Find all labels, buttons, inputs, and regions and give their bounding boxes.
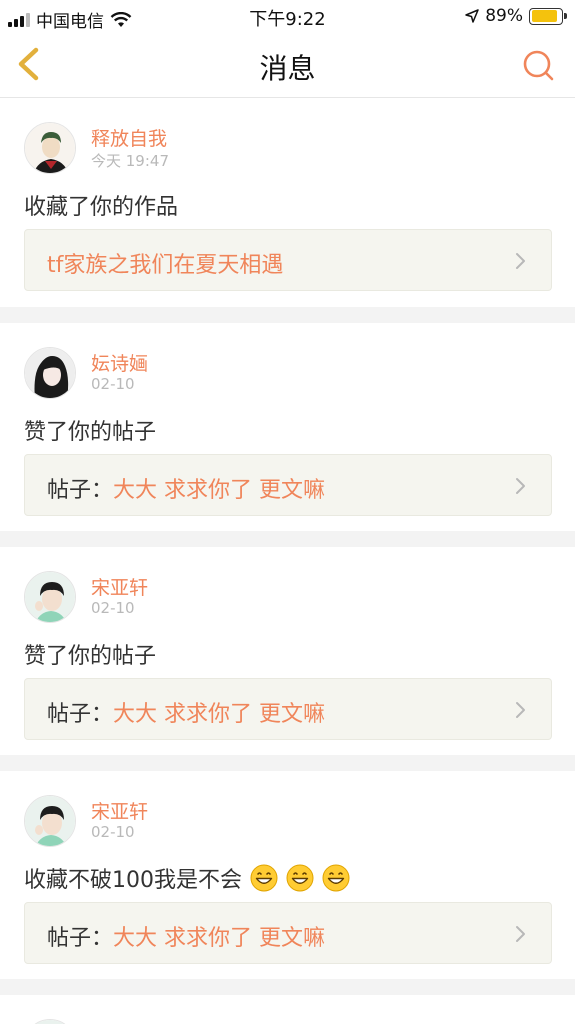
- location-arrow-icon: [465, 9, 479, 23]
- page-title: 消息: [259, 52, 316, 85]
- avatar-illustration: [25, 348, 75, 398]
- reference-link[interactable]: 帖子：大大 求求你了 更文嘛: [24, 902, 552, 964]
- grinning-face-icon: [286, 864, 314, 892]
- avatar-illustration: [25, 572, 75, 622]
- grinning-face-icon: [322, 864, 350, 892]
- reference-link[interactable]: tf家族之我们在夏天相遇: [24, 229, 552, 291]
- message-time: 今天 19:47: [91, 152, 169, 170]
- message-action: 收藏了你的作品: [24, 189, 178, 221]
- reference-text: tf家族之我们在夏天相遇: [47, 247, 283, 279]
- reference-title: 大大 求求你了 更文嘛: [113, 926, 326, 951]
- user-name[interactable]: 妘诗婳: [91, 349, 148, 376]
- nav-bar: 消息: [0, 32, 575, 98]
- reference-link[interactable]: 帖子：大大 求求你了 更文嘛: [24, 678, 552, 740]
- message-action: 收藏不破100我是不会: [24, 862, 350, 894]
- avatar[interactable]: [24, 347, 76, 399]
- reference-title: 大大 求求你了 更文嘛: [113, 702, 326, 727]
- avatar-illustration: [25, 123, 75, 173]
- avatar[interactable]: [24, 795, 76, 847]
- battery-icon: [529, 7, 567, 25]
- message-card: 宋亚轩 02-10 收藏不破100我是不会 帖子：大大 求求你了 更文嘛: [0, 771, 575, 979]
- avatar[interactable]: [24, 1019, 76, 1024]
- chevron-right-icon: [516, 702, 525, 718]
- avatar[interactable]: [24, 571, 76, 623]
- user-name[interactable]: 宋亚轩: [91, 573, 148, 600]
- reference-text: 帖子：大大 求求你了 更文嘛: [47, 696, 325, 728]
- chevron-right-icon: [516, 478, 525, 494]
- search-icon[interactable]: [519, 46, 557, 84]
- message-time: 02-10: [91, 599, 135, 617]
- reference-text: 帖子：大大 求求你了 更文嘛: [47, 472, 325, 504]
- avatar[interactable]: [24, 122, 76, 174]
- reference-link[interactable]: 帖子：大大 求求你了 更文嘛: [24, 454, 552, 516]
- grinning-face-icon: [250, 864, 278, 892]
- status-right: 89%: [465, 6, 567, 26]
- avatar-illustration: [25, 1020, 75, 1024]
- message-action: 赞了你的帖子: [24, 414, 156, 446]
- action-text: 赞了你的帖子: [24, 420, 157, 445]
- message-card: 宋亚轩 02-10 赞了你的帖子 帖子：大大 求求你了 更文嘛: [0, 547, 575, 755]
- reference-prefix: 帖子：: [47, 702, 114, 727]
- action-text: 收藏不破100我是不会: [24, 868, 242, 893]
- reference-prefix: 帖子：: [47, 478, 114, 503]
- reference-prefix: 帖子：: [47, 926, 114, 951]
- message-card: 妘诗婳 02-10 赞了你的帖子 帖子：大大 求求你了 更文嘛: [0, 323, 575, 531]
- reference-text: 帖子：大大 求求你了 更文嘛: [47, 920, 325, 952]
- action-text: 收藏了你的作品: [24, 195, 179, 220]
- action-text: 赞了你的帖子: [24, 644, 157, 669]
- battery-percent: 89%: [485, 6, 523, 26]
- battery-fill: [531, 10, 558, 22]
- message-time: 02-10: [91, 375, 135, 393]
- reference-title: tf家族之我们在夏天相遇: [47, 253, 284, 278]
- chevron-right-icon: [516, 253, 525, 269]
- status-bar: 中国电信 下午9:22 89%: [0, 0, 575, 32]
- reference-title: 大大 求求你了 更文嘛: [113, 478, 326, 503]
- message-list: 释放自我 今天 19:47 收藏了你的作品 tf家族之我们在夏天相遇 妘诗婳 0…: [0, 98, 575, 1024]
- chevron-right-icon: [516, 926, 525, 942]
- user-name[interactable]: 宋亚轩: [91, 797, 148, 824]
- message-card-partial: [0, 995, 575, 1024]
- user-name[interactable]: 释放自我: [91, 124, 167, 151]
- message-card: 释放自我 今天 19:47 收藏了你的作品 tf家族之我们在夏天相遇: [0, 98, 575, 307]
- message-time: 02-10: [91, 823, 135, 841]
- message-action: 赞了你的帖子: [24, 638, 156, 670]
- avatar-illustration: [25, 796, 75, 846]
